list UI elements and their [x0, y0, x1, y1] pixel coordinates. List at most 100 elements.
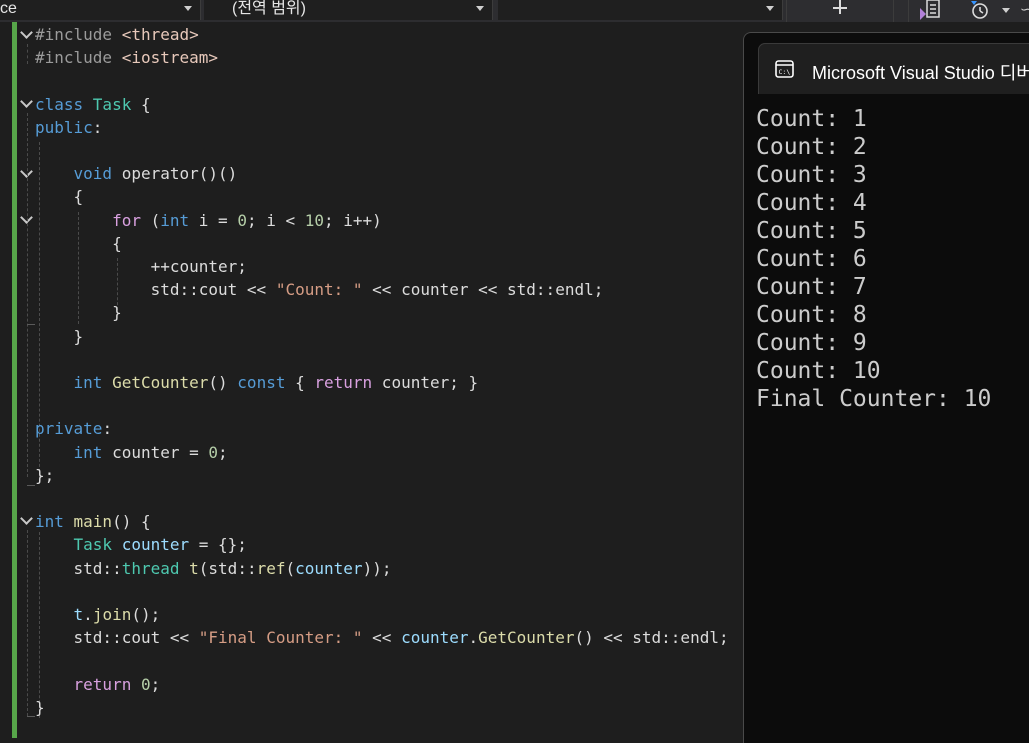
console-line: Final Counter: 10: [756, 386, 992, 412]
console-line: Count: 2: [756, 134, 867, 160]
code-token: (): [208, 373, 238, 392]
code-line: Task counter = {};: [35, 533, 247, 556]
code-line: int GetCounter() const { return counter;…: [35, 371, 479, 394]
code-line: int main() {: [35, 510, 151, 533]
outline-guide: [27, 44, 28, 64]
code-token: #include: [35, 48, 122, 68]
code-token: int: [73, 373, 113, 392]
code-token: .: [468, 628, 479, 648]
code-token: :: [92, 117, 103, 137]
code-token: () << std::endl;: [574, 628, 729, 648]
code-token: <<: [362, 628, 402, 648]
code-token: join: [92, 605, 132, 624]
code-token: GetCounter: [112, 373, 209, 392]
code-token: {: [35, 233, 122, 253]
code-token: 0: [140, 674, 151, 694]
console-line: Count: 7: [756, 274, 867, 300]
console-line: Count: 6: [756, 246, 867, 272]
code-line: }: [35, 301, 122, 324]
code-token: "Final Counter: ": [198, 628, 363, 648]
code-line: }: [35, 696, 45, 719]
code-token: int: [35, 512, 74, 532]
code-token: class: [35, 94, 93, 114]
code-token: ref: [256, 558, 286, 578]
member-dropdown-value: (전역 범위): [232, 0, 306, 17]
code-token: return: [73, 674, 132, 694]
code-line: void operator()(): [35, 162, 238, 185]
chevron-down-icon: [766, 6, 774, 11]
code-token: for: [112, 210, 141, 230]
code-token: main: [73, 512, 113, 532]
code-line: public:: [35, 116, 102, 139]
code-token: return: [314, 373, 373, 392]
code-token: ;: [218, 442, 228, 462]
visual-studio-button[interactable]: [908, 0, 949, 22]
code-token: public: [35, 117, 93, 137]
code-token: i =: [189, 210, 238, 230]
outline-end-tick: [27, 324, 35, 325]
code-token: 10: [304, 210, 325, 230]
overflow-glyph: ∽: [1020, 1, 1029, 17]
outline-guide: [27, 113, 28, 477]
fold-toggle-icon[interactable]: [20, 513, 34, 527]
code-line: #include <iostream>: [35, 46, 218, 69]
outline-guide: [27, 530, 28, 716]
code-token: .: [83, 605, 93, 624]
code-token: {: [285, 373, 315, 392]
code-token: <thread>: [121, 25, 199, 44]
code-line: {: [35, 185, 84, 208]
history-button[interactable]: [958, 0, 1018, 22]
code-token: () {: [112, 512, 151, 532]
code-token: #include: [35, 25, 122, 44]
code-token: ; i++): [324, 210, 382, 230]
chevron-down-icon: [476, 6, 484, 11]
code-token: ));: [362, 558, 392, 578]
fold-toggle-icon[interactable]: [20, 96, 34, 110]
code-token: 0: [208, 442, 219, 462]
code-line: std::thread t(std::ref(counter));: [35, 557, 392, 580]
code-line: ++counter;: [35, 255, 247, 278]
scope-dropdown[interactable]: ce: [0, 0, 201, 20]
console-output: Count: 1 Count: 2 Count: 3 Count: 4 Coun…: [744, 97, 1029, 737]
member-dropdown[interactable]: (전역 범위): [204, 0, 493, 20]
console-line: Count: 9: [756, 330, 867, 356]
code-token: = {};: [189, 535, 247, 555]
code-token: Task: [92, 94, 132, 114]
code-token: }: [35, 697, 45, 717]
code-line: return 0;: [35, 673, 161, 696]
code-token: 0: [237, 210, 247, 230]
code-token: ++counter;: [35, 257, 247, 276]
code-line: private:: [35, 417, 112, 440]
code-token: counter: [295, 558, 363, 578]
code-token: }: [35, 326, 84, 346]
outline-end-tick: [27, 485, 35, 486]
split-editor-button[interactable]: [786, 0, 894, 22]
code-token: ; i <: [246, 210, 305, 230]
code-token: }: [35, 303, 122, 323]
code-line: #include <thread>: [35, 23, 199, 46]
console-line: Count: 5: [756, 218, 867, 244]
fold-toggle-icon[interactable]: [20, 27, 34, 41]
code-token: void: [73, 164, 122, 184]
console-line: Count: 4: [756, 190, 867, 216]
code-editor[interactable]: #include <thread> #include <iostream> clas…: [0, 22, 744, 738]
console-line: Count: 3: [756, 162, 867, 188]
code-token: counter: [121, 535, 190, 555]
code-token: << counter << std::endl;: [362, 280, 604, 300]
code-token: thread: [121, 558, 180, 578]
console-line: Count: 1: [756, 106, 867, 132]
code-token: };: [35, 465, 55, 485]
scope-dropdown-value: ce: [0, 0, 17, 17]
debug-console-window[interactable]: C:\ Microsoft Visual Studio 디버 Count: 1 …: [743, 32, 1029, 743]
code-line: {: [35, 232, 122, 255]
code-token: counter: [401, 628, 469, 648]
code-token: ();: [131, 605, 161, 624]
code-token: t: [189, 558, 199, 578]
console-tab[interactable]: C:\ Microsoft Visual Studio 디버: [758, 43, 1029, 94]
function-dropdown[interactable]: [498, 0, 783, 20]
